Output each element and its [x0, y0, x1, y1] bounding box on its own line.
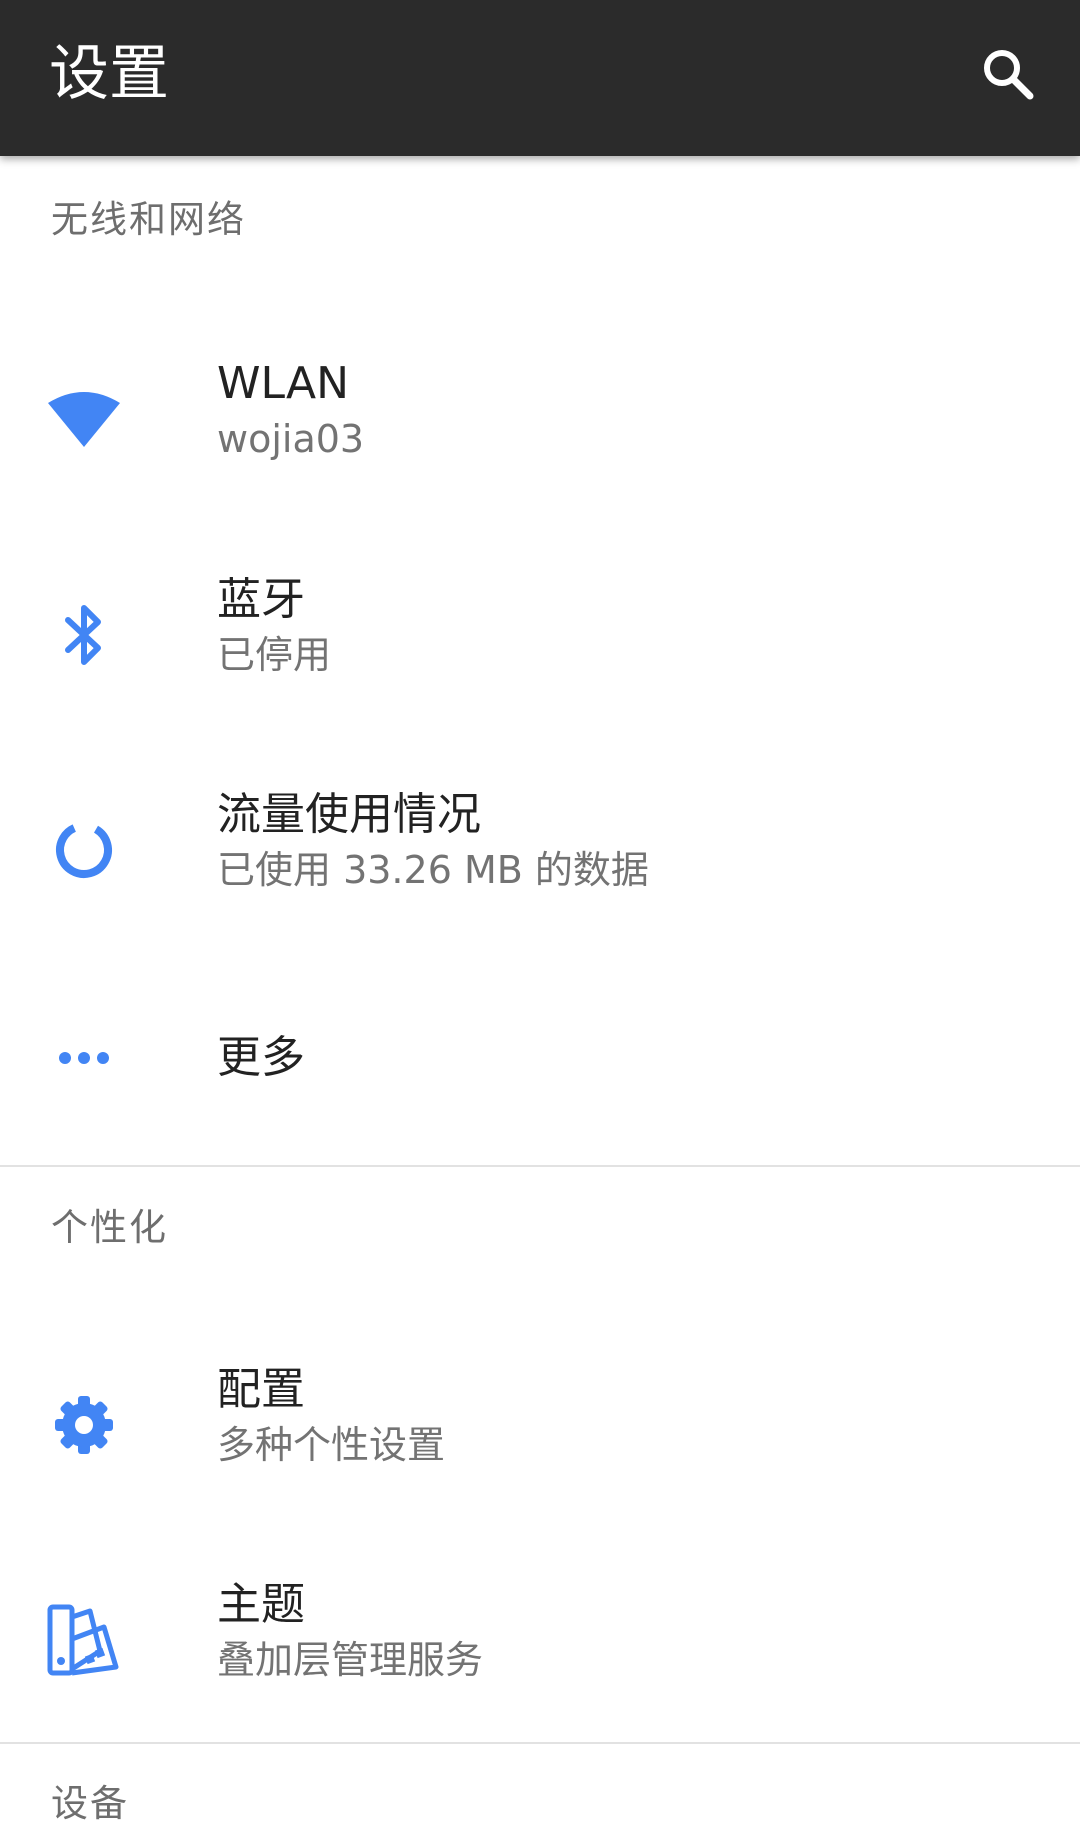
themes-title: 主题 — [217, 1579, 305, 1630]
wlan-title: WLAN — [217, 358, 350, 409]
settings-item-wlan[interactable]: WLAN wojia03 — [0, 310, 1080, 528]
settings-item-themes[interactable]: 主题 叠加层管理服务 — [0, 1533, 1080, 1748]
wlan-summary: wojia03 — [217, 417, 365, 461]
gear-icon — [40, 1381, 128, 1469]
theme-palette-icon — [40, 1596, 128, 1684]
bluetooth-summary: 已停用 — [217, 633, 332, 677]
search-icon — [978, 44, 1038, 108]
data-usage-title: 流量使用情况 — [217, 789, 481, 840]
section-header-personalization: 个性化 — [51, 1206, 168, 1249]
search-button[interactable] — [966, 34, 1050, 118]
settings-item-more[interactable]: 更多 — [0, 958, 1080, 1165]
settings-list: 无线和网络 WLAN wojia03 蓝牙 已停用 流量使用情况 已使用 33.… — [0, 156, 1080, 1837]
more-icon — [40, 1014, 128, 1102]
more-title: 更多 — [217, 1032, 305, 1083]
app-bar: 设置 — [0, 0, 1080, 156]
bluetooth-icon — [40, 591, 128, 679]
settings-item-config[interactable]: 配置 多种个性设置 — [0, 1318, 1080, 1533]
page-title: 设置 — [49, 39, 169, 109]
wifi-icon — [40, 375, 128, 463]
settings-item-data-usage[interactable]: 流量使用情况 已使用 33.26 MB 的数据 — [0, 743, 1080, 958]
config-title: 配置 — [217, 1364, 305, 1415]
section-divider — [0, 1742, 1080, 1744]
themes-summary: 叠加层管理服务 — [217, 1638, 484, 1682]
section-header-wireless: 无线和网络 — [51, 198, 246, 241]
settings-item-bluetooth[interactable]: 蓝牙 已停用 — [0, 528, 1080, 743]
data-usage-summary: 已使用 33.26 MB 的数据 — [217, 848, 649, 892]
data-usage-icon — [40, 806, 128, 894]
section-divider — [0, 1165, 1080, 1167]
bluetooth-title: 蓝牙 — [217, 574, 305, 625]
config-summary: 多种个性设置 — [217, 1423, 446, 1467]
section-header-device: 设备 — [51, 1782, 129, 1825]
